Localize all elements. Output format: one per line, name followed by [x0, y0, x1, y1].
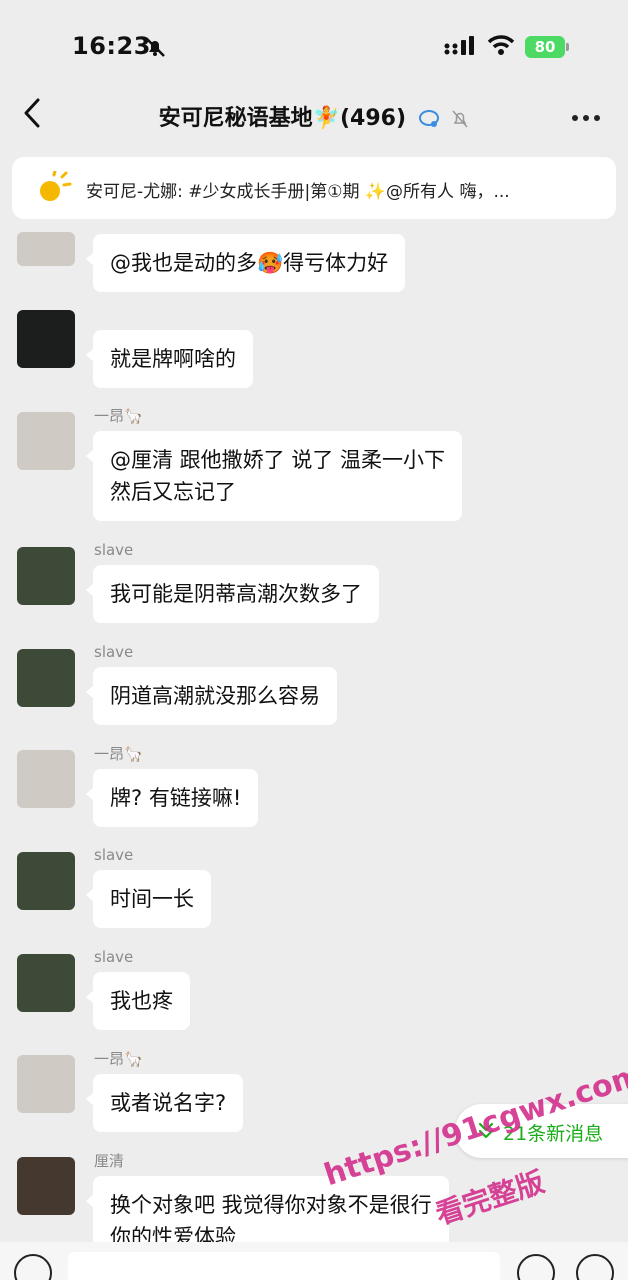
avatar[interactable] — [17, 1055, 75, 1113]
message-text: 时间一长 — [110, 887, 194, 911]
message-text: 就是牌啊啥的 — [110, 347, 236, 371]
message-text: 阴道高潮就没那么容易 — [110, 684, 320, 708]
message-text: 换个对象吧 我觉得你对象不是很行 你的性爱体验 — [110, 1193, 432, 1249]
sender-name: slave — [94, 846, 134, 864]
avatar[interactable] — [17, 412, 75, 470]
sender-name: 一昂🦙 — [94, 1050, 143, 1068]
battery-nub — [566, 43, 569, 51]
sender-name: slave — [94, 541, 134, 559]
more-options-button[interactable] — [572, 106, 606, 121]
sender-name: slave — [94, 643, 134, 661]
sun-icon — [34, 169, 72, 209]
more-actions-button[interactable] — [576, 1254, 614, 1280]
pinned-announcement[interactable]: 安可尼-尤娜: #少女成长手册|第①期 ✨@所有人 嗨，... — [12, 157, 616, 219]
chat-title: 安可尼秘语基地🧚(496) — [0, 100, 628, 132]
sender-name: 厘清 — [94, 1152, 125, 1170]
avatar[interactable] — [17, 954, 75, 1012]
sender-name: 一昂🦙 — [94, 745, 143, 763]
mute-bell-icon — [143, 35, 167, 63]
message-text: 我可能是阴蒂高潮次数多了 — [110, 582, 362, 606]
mute-bell-icon — [452, 110, 468, 128]
avatar[interactable] — [17, 310, 75, 368]
avatar[interactable] — [17, 649, 75, 707]
sender-name: 一昂🦙 — [94, 407, 143, 425]
cellular-signal-icon — [444, 36, 478, 60]
wifi-icon — [487, 34, 515, 60]
message-text: 或者说名字? — [110, 1091, 227, 1115]
battery-indicator: 80 — [525, 36, 565, 58]
message-bubble[interactable]: 或者说名字? — [85, 1074, 244, 1132]
voice-input-button[interactable] — [14, 1254, 52, 1280]
announcement-text: 安可尼-尤娜: #少女成长手册|第①期 ✨@所有人 嗨，... — [86, 182, 510, 202]
status-time: 16:23 — [72, 32, 151, 60]
message-text: 我也疼 — [110, 989, 173, 1013]
message-text: @厘清 跟他撒娇了 说了 温柔一小下 然后又忘记了 — [110, 448, 446, 504]
message-text: 牌? 有链接嘛! — [110, 786, 242, 810]
avatar[interactable] — [17, 1157, 75, 1215]
avatar[interactable] — [17, 750, 75, 808]
message-input[interactable] — [68, 1252, 500, 1280]
message-bubble[interactable]: @我也是动的多🥵得亏体力好 — [85, 234, 406, 292]
message-bubble[interactable]: 阴道高潮就没那么容易 — [86, 667, 337, 725]
message-bubble[interactable]: 就是牌啊啥的 — [86, 330, 253, 388]
emoji-button[interactable] — [517, 1254, 555, 1280]
message-bubble[interactable]: 我可能是阴蒂高潮次数多了 — [86, 565, 379, 623]
message-bubble[interactable]: 牌? 有链接嘛! — [85, 769, 259, 827]
avatar[interactable] — [17, 547, 75, 605]
message-text: @我也是动的多🥵得亏体力好 — [110, 251, 389, 275]
watermark-subtitle: 看完整版 — [431, 1165, 549, 1232]
chat-title-text: 安可尼秘语基地🧚(496) — [158, 106, 407, 131]
avatar[interactable] — [17, 852, 75, 910]
status-bar: 16:23 80 — [0, 0, 628, 90]
chat-bubble-icon — [418, 110, 439, 127]
message-bubble[interactable]: 时间一长 — [86, 870, 211, 928]
sender-name: slave — [94, 948, 134, 966]
chat-header: 安可尼秘语基地🧚(496) — [0, 90, 628, 150]
input-bar — [0, 1242, 628, 1280]
avatar[interactable] — [17, 232, 75, 266]
message-bubble[interactable]: @厘清 跟他撒娇了 说了 温柔一小下 然后又忘记了 — [85, 431, 463, 521]
message-bubble[interactable]: 我也疼 — [86, 972, 190, 1030]
